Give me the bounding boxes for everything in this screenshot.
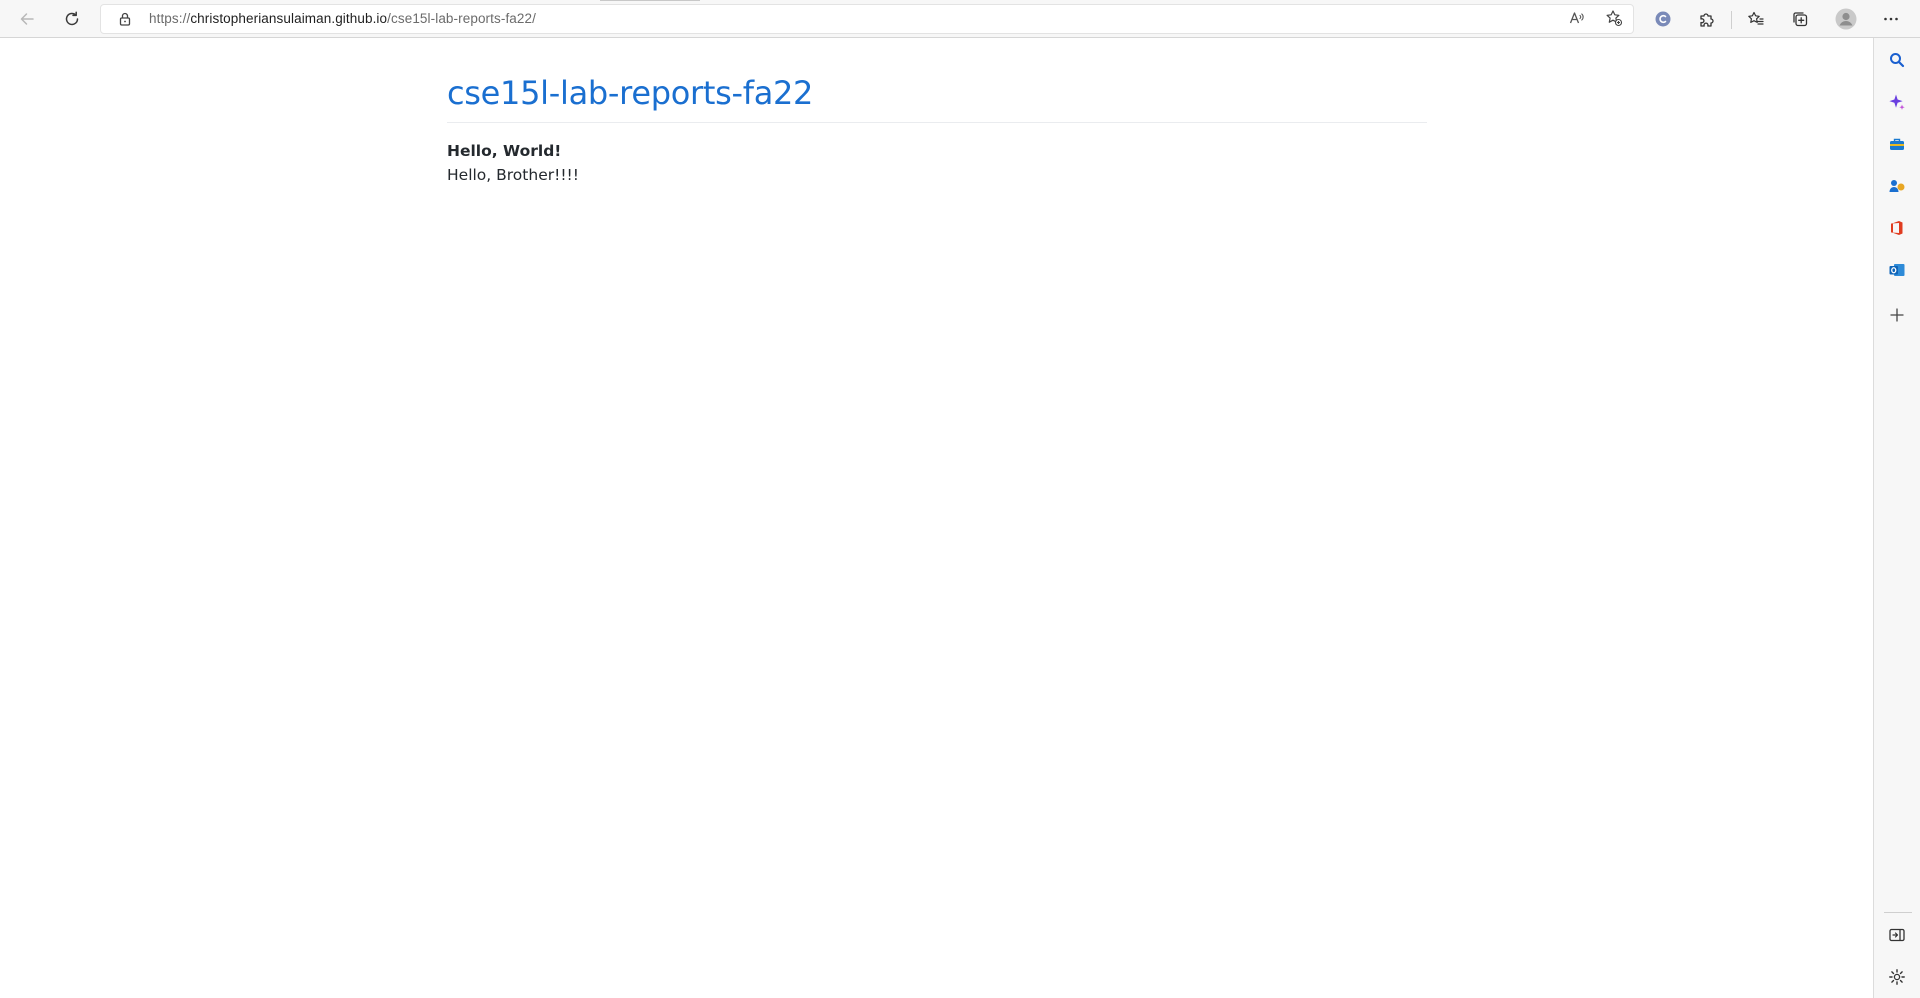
tab-strip-accent (600, 0, 700, 1)
content-heading: Hello, World! (447, 142, 562, 160)
tools-icon (1888, 135, 1906, 158)
sidebar-outlook-button[interactable] (1883, 258, 1911, 286)
site-title-link[interactable]: cse15l-lab-reports-fa22 (447, 73, 813, 113)
sidebar-hide-button[interactable] (1883, 923, 1911, 951)
address-bar[interactable]: https://christopheriansulaiman.github.io… (100, 4, 1634, 34)
extensions-icon (1698, 10, 1716, 28)
favorites-icon (1747, 10, 1765, 28)
add-favorite-button[interactable] (1603, 9, 1625, 31)
sidebar-add-button[interactable] (1883, 303, 1911, 331)
settings-icon (1888, 968, 1906, 991)
sidebar-settings-button[interactable] (1883, 965, 1911, 993)
read-aloud-button[interactable] (1566, 9, 1588, 31)
toolbar-divider (1731, 11, 1732, 29)
office-icon (1888, 219, 1906, 242)
url-path: /cse15l-lab-reports-fa22/ (387, 11, 536, 26)
hide-sidebar-icon (1888, 926, 1906, 949)
avatar-icon (1835, 8, 1857, 30)
sidebar-divider (1884, 912, 1912, 913)
collections-icon (1791, 10, 1809, 28)
profile-extension-icon (1654, 10, 1672, 28)
back-icon (18, 10, 36, 28)
sidebar-office-button[interactable] (1883, 216, 1911, 244)
profile-button[interactable] (1831, 4, 1861, 34)
url-text[interactable]: https://christopheriansulaiman.github.io… (149, 11, 536, 27)
sidebar-copilot-button[interactable] (1883, 90, 1911, 118)
refresh-button[interactable] (57, 4, 87, 34)
browser-sidebar (1873, 38, 1920, 998)
outlook-icon (1888, 261, 1906, 284)
sidebar-search-button[interactable] (1883, 48, 1911, 76)
add-icon (1889, 307, 1905, 328)
favorites-button[interactable] (1741, 4, 1771, 34)
add-favorite-icon (1605, 9, 1623, 32)
back-button[interactable] (12, 4, 42, 34)
more-menu-button[interactable] (1876, 4, 1906, 34)
refresh-icon (63, 10, 81, 28)
content-paragraph: Hello, Brother!!!! (447, 166, 579, 184)
games-icon (1888, 177, 1906, 200)
profile-extension-button[interactable] (1648, 4, 1678, 34)
copilot-icon (1888, 93, 1906, 116)
more-icon (1882, 10, 1900, 28)
search-icon (1888, 51, 1906, 74)
url-host: christopheriansulaiman.github.io (190, 11, 388, 26)
collections-button[interactable] (1785, 4, 1815, 34)
extensions-button[interactable] (1692, 4, 1722, 34)
sidebar-tools-button[interactable] (1883, 132, 1911, 160)
sidebar-games-button[interactable] (1883, 174, 1911, 202)
lock-icon[interactable] (117, 11, 133, 27)
title-divider (447, 122, 1427, 123)
url-scheme: https:// (149, 11, 191, 26)
browser-toolbar: https://christopheriansulaiman.github.io… (0, 0, 1920, 38)
read-aloud-icon (1568, 9, 1586, 32)
page-viewport: cse15l-lab-reports-fa22 Hello, World! He… (0, 38, 1873, 998)
